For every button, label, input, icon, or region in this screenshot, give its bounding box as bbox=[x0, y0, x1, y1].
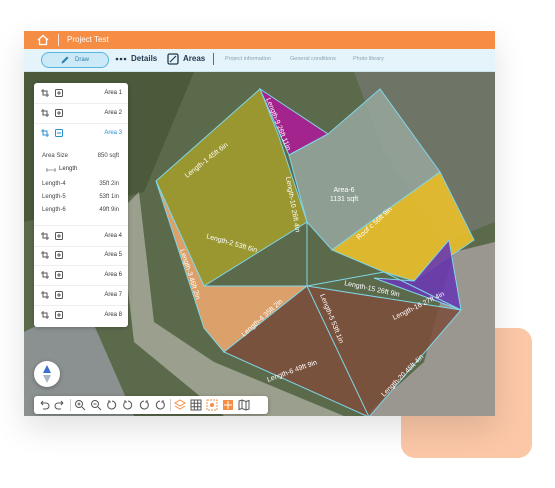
areas-tab[interactable]: Areas bbox=[183, 53, 205, 65]
area-size-label: Area Size bbox=[42, 153, 69, 159]
crop-icon[interactable] bbox=[41, 129, 49, 137]
length-row-label: Length-6 bbox=[42, 207, 66, 213]
select-area-icon[interactable] bbox=[206, 399, 218, 411]
plus-box-icon[interactable] bbox=[55, 271, 63, 279]
tool-divider bbox=[170, 399, 171, 411]
area-row-5[interactable]: Area 5 bbox=[34, 245, 128, 266]
length-row-value: 53ft 1in bbox=[99, 194, 119, 200]
tool-divider bbox=[70, 399, 71, 411]
minus-box-icon[interactable] bbox=[55, 129, 63, 137]
app-window: Project Test Draw Details Areas Project … bbox=[24, 31, 495, 416]
title-bar: Project Test bbox=[24, 31, 495, 49]
plus-box-icon[interactable] bbox=[55, 251, 63, 259]
area-row-4[interactable]: Area 4 bbox=[34, 225, 128, 247]
map-icon[interactable] bbox=[238, 399, 250, 411]
project-information-link[interactable]: Project information bbox=[225, 54, 271, 64]
length-row-value: 35ft 2in bbox=[99, 181, 119, 187]
compass-icon bbox=[43, 365, 51, 383]
zoom-in-icon[interactable] bbox=[74, 399, 86, 411]
frame-icon[interactable] bbox=[222, 399, 234, 411]
details-tab[interactable]: Details bbox=[131, 53, 157, 65]
toolbar-divider bbox=[213, 53, 214, 65]
plus-box-icon[interactable] bbox=[55, 89, 63, 97]
areas-panel: Area 1 Area 2 Area 3 Area Size 850 sqft … bbox=[34, 83, 128, 327]
area-name: Area 7 bbox=[104, 292, 122, 298]
draw-button[interactable]: Draw bbox=[41, 52, 109, 68]
length-row-label: Length-5 bbox=[42, 194, 66, 200]
rotate-cw-icon[interactable] bbox=[138, 399, 150, 411]
title-divider bbox=[58, 34, 59, 46]
area-row-6[interactable]: Area 6 bbox=[34, 265, 128, 286]
plus-box-icon[interactable] bbox=[55, 311, 63, 319]
general-conditions-link[interactable]: General conditions bbox=[290, 54, 336, 64]
toolbar: Draw Details Areas Project information G… bbox=[24, 49, 495, 72]
zoom-out-icon[interactable] bbox=[90, 399, 102, 411]
area-name: Area 3 bbox=[104, 130, 122, 136]
length-row-label: Length-4 bbox=[42, 181, 66, 187]
crop-icon[interactable] bbox=[41, 89, 49, 97]
redo-icon[interactable] bbox=[54, 399, 66, 411]
crop-icon[interactable] bbox=[41, 271, 49, 279]
undo-icon[interactable] bbox=[38, 399, 50, 411]
crop-icon[interactable] bbox=[41, 109, 49, 117]
area-row-2[interactable]: Area 2 bbox=[34, 103, 128, 124]
area-row-7[interactable]: Area 7 bbox=[34, 285, 128, 306]
area-name: Area 5 bbox=[104, 252, 122, 258]
area-size-value: 850 sqft bbox=[97, 153, 119, 159]
plus-box-icon[interactable] bbox=[55, 291, 63, 299]
crop-icon[interactable] bbox=[41, 232, 49, 240]
crop-icon[interactable] bbox=[41, 291, 49, 299]
compass-button[interactable] bbox=[34, 361, 60, 387]
plus-box-icon[interactable] bbox=[55, 109, 63, 117]
project-title: Project Test bbox=[67, 35, 109, 44]
crop-icon[interactable] bbox=[41, 251, 49, 259]
photo-library-link[interactable]: Photo library bbox=[353, 54, 384, 64]
layers-icon[interactable] bbox=[174, 399, 186, 411]
length-row-value: 49ft 9in bbox=[99, 207, 119, 213]
rotate-left-icon[interactable] bbox=[106, 399, 118, 411]
rotate-right-icon[interactable] bbox=[154, 399, 166, 411]
area-6-label: Area-6 bbox=[333, 187, 354, 194]
draw-label: Draw bbox=[75, 57, 90, 63]
ruler-icon bbox=[46, 168, 56, 172]
map-tools-bar bbox=[34, 396, 268, 414]
crop-icon[interactable] bbox=[41, 311, 49, 319]
area-row-3[interactable]: Area 3 bbox=[34, 123, 128, 143]
home-icon[interactable] bbox=[37, 34, 49, 46]
area-name: Area 2 bbox=[104, 110, 122, 116]
pencil-icon bbox=[61, 56, 69, 64]
length-header: Length bbox=[59, 166, 78, 172]
area-row-8[interactable]: Area 8 bbox=[34, 305, 128, 325]
area-name: Area 8 bbox=[104, 312, 122, 318]
area-name: Area 6 bbox=[104, 272, 122, 278]
area-row-1[interactable]: Area 1 bbox=[34, 83, 128, 104]
more-dots-icon bbox=[115, 57, 127, 61]
grid-icon[interactable] bbox=[190, 399, 202, 411]
plus-box-icon[interactable] bbox=[55, 232, 63, 240]
area-name: Area 4 bbox=[104, 233, 122, 239]
area-name: Area 1 bbox=[104, 90, 122, 96]
rotate-ccw-icon[interactable] bbox=[122, 399, 134, 411]
areas-icon bbox=[167, 53, 179, 65]
area-6-size: 1131 sqft bbox=[330, 196, 358, 203]
